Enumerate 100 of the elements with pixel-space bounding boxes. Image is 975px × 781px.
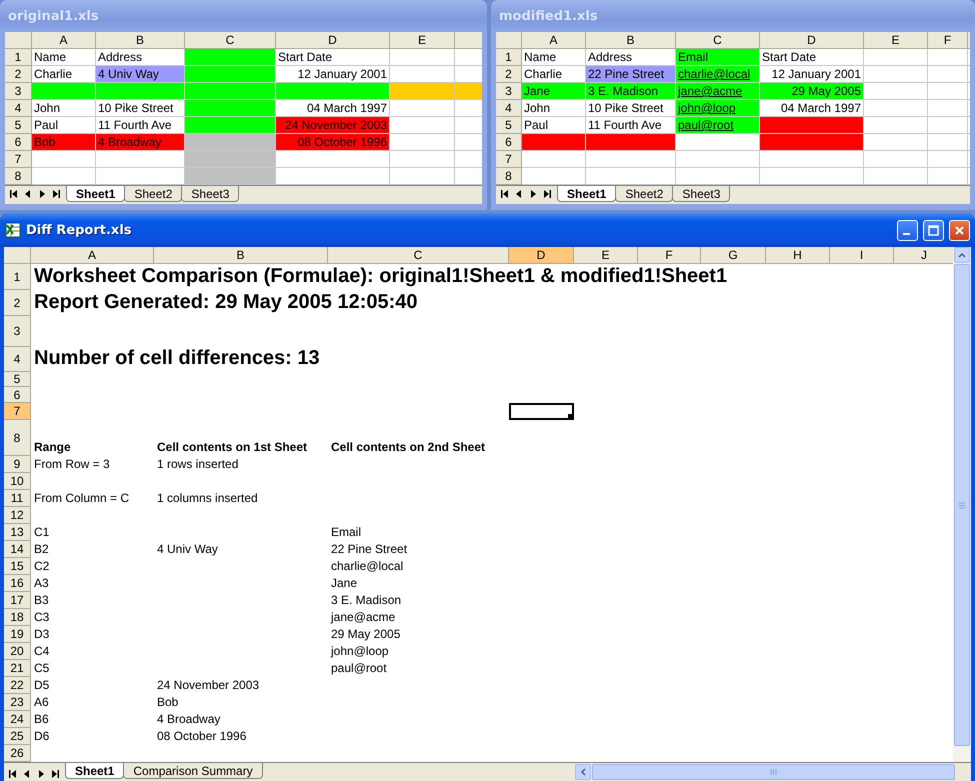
table-cell: Bob — [32, 134, 96, 151]
row-header[interactable]: 24 — [4, 711, 31, 728]
row-header[interactable]: 19 — [4, 626, 31, 643]
sheet-tab[interactable]: Sheet1 — [65, 763, 124, 779]
chevron-up-icon[interactable] — [958, 252, 966, 258]
column-header[interactable]: E — [574, 247, 638, 264]
sheet-tab[interactable]: Comparison Summary — [123, 763, 263, 779]
column-header[interactable]: A — [32, 32, 96, 49]
row-header[interactable]: 18 — [4, 609, 31, 626]
column-header[interactable]: I — [830, 247, 894, 264]
skip-left-icon[interactable] — [8, 768, 18, 778]
column-header[interactable]: C — [185, 32, 276, 49]
column-header[interactable]: A — [522, 32, 586, 49]
column-header[interactable]: B — [586, 32, 676, 49]
close-button[interactable] — [949, 220, 970, 240]
sheet-tab[interactable]: Sheet1 — [66, 186, 126, 202]
row-header[interactable]: 6 — [5, 134, 32, 151]
row-header[interactable]: 15 — [4, 558, 31, 575]
row-header[interactable]: 3 — [5, 83, 32, 100]
row-header[interactable]: 4 — [5, 100, 32, 117]
table-cell: John — [522, 100, 586, 117]
row-header[interactable]: 4 — [496, 100, 522, 117]
row-header[interactable]: 4 — [4, 347, 31, 372]
table-cell: Email — [676, 49, 760, 66]
row-header[interactable]: 5 — [496, 117, 522, 134]
window-title: original1.xls — [8, 8, 99, 24]
row-header[interactable]: 8 — [5, 168, 32, 185]
sheet-tab[interactable]: Sheet2 — [615, 186, 674, 202]
row-header[interactable]: 8 — [4, 420, 31, 456]
arrow-left-icon[interactable] — [23, 189, 33, 199]
column-header[interactable]: H — [766, 247, 830, 264]
old-value: 4 Univ Way — [157, 542, 218, 556]
skip-right-icon[interactable] — [542, 189, 552, 199]
row-header[interactable]: 5 — [5, 117, 32, 134]
selected-cell[interactable] — [509, 403, 574, 420]
row-header[interactable]: 3 — [496, 83, 522, 100]
sheet-tab[interactable]: Sheet1 — [557, 186, 616, 202]
row-header[interactable]: 22 — [4, 677, 31, 694]
grip-icon[interactable] — [770, 769, 777, 775]
row-header[interactable]: 7 — [5, 151, 32, 168]
skip-left-icon[interactable] — [500, 189, 510, 199]
table-cell: 24 November 2003 — [276, 117, 390, 134]
minimize-button[interactable] — [897, 220, 918, 240]
row-header[interactable]: 8 — [496, 168, 522, 185]
column-header[interactable]: D — [760, 32, 864, 49]
grip-icon[interactable] — [959, 502, 965, 508]
column-header[interactable]: E — [390, 32, 455, 49]
row-header[interactable]: 3 — [4, 316, 31, 347]
row-header[interactable]: 6 — [496, 134, 522, 151]
row-header[interactable]: 9 — [4, 456, 31, 473]
row-header[interactable]: 17 — [4, 592, 31, 609]
row-header[interactable]: 13 — [4, 524, 31, 541]
row-header[interactable]: 1 — [4, 264, 31, 290]
row-header[interactable]: 2 — [4, 290, 31, 316]
new-value: charlie@local — [331, 559, 404, 573]
row-header[interactable]: 7 — [496, 151, 522, 168]
row-header[interactable]: 12 — [4, 507, 31, 524]
column-header[interactable]: D — [509, 247, 574, 264]
row-header[interactable]: 14 — [4, 541, 31, 558]
column-header[interactable]: D — [276, 32, 390, 49]
row-header[interactable]: 1 — [5, 49, 32, 66]
chevron-left-icon[interactable] — [580, 768, 586, 776]
arrow-right-icon[interactable] — [528, 189, 538, 199]
arrow-right-icon[interactable] — [36, 768, 46, 778]
column-header[interactable]: J — [894, 247, 953, 264]
row-header[interactable]: 2 — [5, 66, 32, 83]
row-header[interactable]: 21 — [4, 660, 31, 677]
column-header[interactable]: C — [328, 247, 509, 264]
skip-right-icon[interactable] — [51, 189, 61, 199]
sheet-tab[interactable]: Sheet3 — [672, 186, 730, 202]
column-header[interactable]: F — [928, 32, 968, 49]
row-header[interactable]: 25 — [4, 728, 31, 745]
arrow-left-icon[interactable] — [22, 768, 32, 778]
row-header[interactable]: 1 — [496, 49, 522, 66]
row-header[interactable]: 23 — [4, 694, 31, 711]
arrow-left-icon[interactable] — [514, 189, 524, 199]
row-header[interactable]: 26 — [4, 745, 31, 762]
column-title: Cell contents on 2nd Sheet — [331, 440, 486, 454]
column-header[interactable]: B — [96, 32, 185, 49]
vertical-scrollbar[interactable] — [953, 247, 971, 762]
row-header[interactable]: 16 — [4, 575, 31, 592]
sheet-tab[interactable]: Sheet3 — [181, 186, 240, 202]
column-header[interactable]: F — [638, 247, 701, 264]
row-header[interactable]: 7 — [4, 403, 31, 420]
skip-right-icon[interactable] — [50, 768, 60, 778]
column-header[interactable]: G — [701, 247, 766, 264]
maximize-button[interactable] — [923, 220, 944, 240]
column-header[interactable]: C — [676, 32, 760, 49]
arrow-right-icon[interactable] — [37, 189, 47, 199]
row-header[interactable]: 6 — [4, 387, 31, 403]
sheet-tab[interactable]: Sheet2 — [124, 186, 182, 202]
row-header[interactable]: 11 — [4, 490, 31, 507]
column-header[interactable]: A — [31, 247, 154, 264]
row-header[interactable]: 10 — [4, 473, 31, 490]
row-header[interactable]: 5 — [4, 372, 31, 387]
column-header[interactable]: E — [864, 32, 928, 49]
column-header[interactable]: B — [154, 247, 328, 264]
row-header[interactable]: 20 — [4, 643, 31, 660]
row-header[interactable]: 2 — [496, 66, 522, 83]
skip-left-icon[interactable] — [9, 189, 19, 199]
